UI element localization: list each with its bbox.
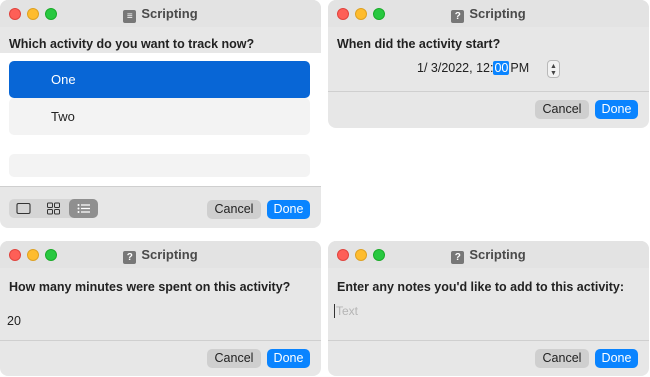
done-button[interactable]: Done (595, 349, 638, 368)
list-view-button[interactable] (69, 199, 98, 218)
title-bar: ? Scripting (328, 0, 649, 27)
minutes-input[interactable]: 20 (7, 314, 21, 328)
cancel-button[interactable]: Cancel (207, 200, 261, 219)
prompt-text: Which activity do you want to track now? (9, 37, 255, 51)
window-title: ? Scripting (328, 247, 649, 264)
list-item[interactable]: One (9, 61, 310, 98)
question-icon: ? (123, 251, 137, 264)
divider (328, 340, 649, 341)
date-time-picker[interactable]: 1/ 3/2022, 12:00 PM (417, 61, 529, 75)
divider (0, 186, 321, 187)
list-view-icon (77, 204, 90, 213)
date-stepper[interactable]: ▲ ▼ (547, 60, 560, 78)
window-title: ? Scripting (0, 247, 321, 264)
minute-field[interactable]: 00 (493, 61, 510, 75)
notes-placeholder: Text (336, 304, 359, 318)
cancel-button[interactable]: Cancel (535, 349, 589, 368)
question-icon: ? (451, 251, 465, 264)
grid-view-button[interactable] (39, 199, 68, 218)
chevron-down-icon[interactable]: ▼ (550, 70, 557, 77)
title-bar: ? Scripting (328, 241, 649, 268)
grid-view-icon (47, 202, 60, 215)
divider (0, 340, 321, 341)
title-bar: ≡ Scripting (0, 0, 321, 27)
text-caret (334, 304, 335, 318)
notes-dialog: ? Scripting Enter any notes you'd like to… (328, 241, 649, 376)
question-icon: ? (451, 10, 465, 23)
prompt-text: How many minutes were spent on this acti… (9, 280, 291, 294)
single-view-icon (16, 202, 31, 215)
window-title: ≡ Scripting (0, 6, 321, 23)
window-title-label: Scripting (141, 6, 198, 21)
single-view-button[interactable] (9, 199, 38, 218)
list-item[interactable]: Two (9, 98, 310, 135)
minutes-dialog: ? Scripting How many minutes were spent o… (0, 241, 321, 376)
activity-dialog: ≡ Scripting Which activity do you want to… (0, 0, 321, 228)
notes-textarea[interactable]: Text (328, 299, 649, 338)
list-icon: ≡ (123, 10, 137, 23)
done-button[interactable]: Done (595, 100, 638, 119)
activity-list: One Two (0, 53, 321, 186)
cancel-button[interactable]: Cancel (535, 100, 589, 119)
cancel-button[interactable]: Cancel (207, 349, 261, 368)
start-time-dialog: ? Scripting When did the activity start? … (328, 0, 649, 128)
window-title: ? Scripting (328, 6, 649, 23)
window-title-label: Scripting (469, 6, 526, 21)
date-value[interactable]: 1/ 3/2022, 12: (417, 61, 493, 75)
chevron-up-icon[interactable]: ▲ (550, 63, 557, 70)
done-button[interactable]: Done (267, 200, 310, 219)
window-title-label: Scripting (141, 247, 198, 262)
window-title-label: Scripting (469, 247, 526, 262)
title-bar: ? Scripting (0, 241, 321, 268)
divider (328, 91, 649, 92)
list-item[interactable] (9, 154, 310, 177)
done-button[interactable]: Done (267, 349, 310, 368)
view-mode-switcher (9, 199, 98, 218)
ampm-field[interactable]: PM (510, 61, 529, 75)
prompt-text: Enter any notes you'd like to add to thi… (337, 280, 625, 294)
prompt-text: When did the activity start? (337, 37, 501, 51)
